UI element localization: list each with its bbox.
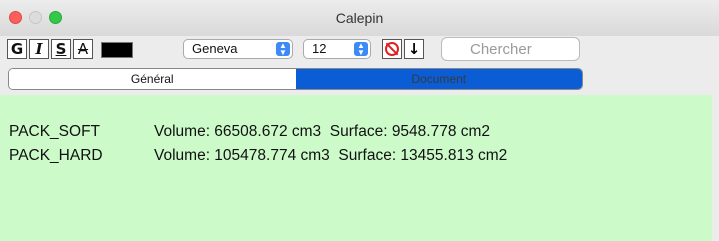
text-color-swatch[interactable]: [101, 42, 133, 58]
tab-document[interactable]: Document: [295, 69, 582, 89]
arrow-down-icon: ↓: [407, 40, 421, 58]
window-title: Calepin: [335, 10, 384, 26]
tab-general[interactable]: Général: [9, 69, 296, 89]
tab-bar: Général Document: [8, 68, 583, 90]
arrow-down-button[interactable]: ↓: [404, 39, 424, 59]
font-popup[interactable]: Geneva ▲ ▼: [183, 39, 293, 59]
font-popup-value: Geneva: [192, 41, 238, 56]
size-popup-value: 12: [312, 41, 327, 56]
size-popup[interactable]: 12 ▲ ▼: [303, 39, 371, 59]
size-popup-chevron-icon: ▲ ▼: [354, 42, 368, 57]
list-item: PACK_SOFT Volume: 66508.672 cm3 Surface: …: [9, 123, 490, 141]
notes-text-area[interactable]: PACK_SOFT Volume: 66508.672 cm3 Surface: …: [0, 95, 712, 241]
item-name: PACK_SOFT: [9, 123, 101, 140]
bold-button[interactable]: G: [7, 39, 27, 59]
item-name: PACK_HARD: [9, 147, 103, 164]
strikethrough-button[interactable]: A: [73, 39, 93, 59]
item-details: Volume: 66508.672 cm3 Surface: 9548.778 …: [154, 123, 491, 140]
vertical-scrollbar[interactable]: [712, 95, 719, 241]
font-popup-chevron-icon: ▲ ▼: [276, 42, 290, 57]
no-entry-button[interactable]: [382, 39, 402, 59]
title-bar: Calepin: [0, 0, 719, 36]
format-toolbar: G I S A Geneva ▲ ▼ 12 ▲ ▼ ↓: [0, 36, 719, 64]
item-details: Volume: 105478.774 cm3 Surface: 13455.81…: [154, 147, 508, 164]
calepin-window: Calepin G I S A Geneva ▲▼ 12 ▲▼ ↓ Généra…: [0, 0, 719, 241]
shadow-button[interactable]: S: [51, 39, 71, 59]
list-item: PACK_HARD Volume: 105478.774 cm3 Surface:…: [9, 147, 507, 165]
search-input[interactable]: [441, 37, 580, 61]
italic-button[interactable]: I: [29, 39, 49, 59]
